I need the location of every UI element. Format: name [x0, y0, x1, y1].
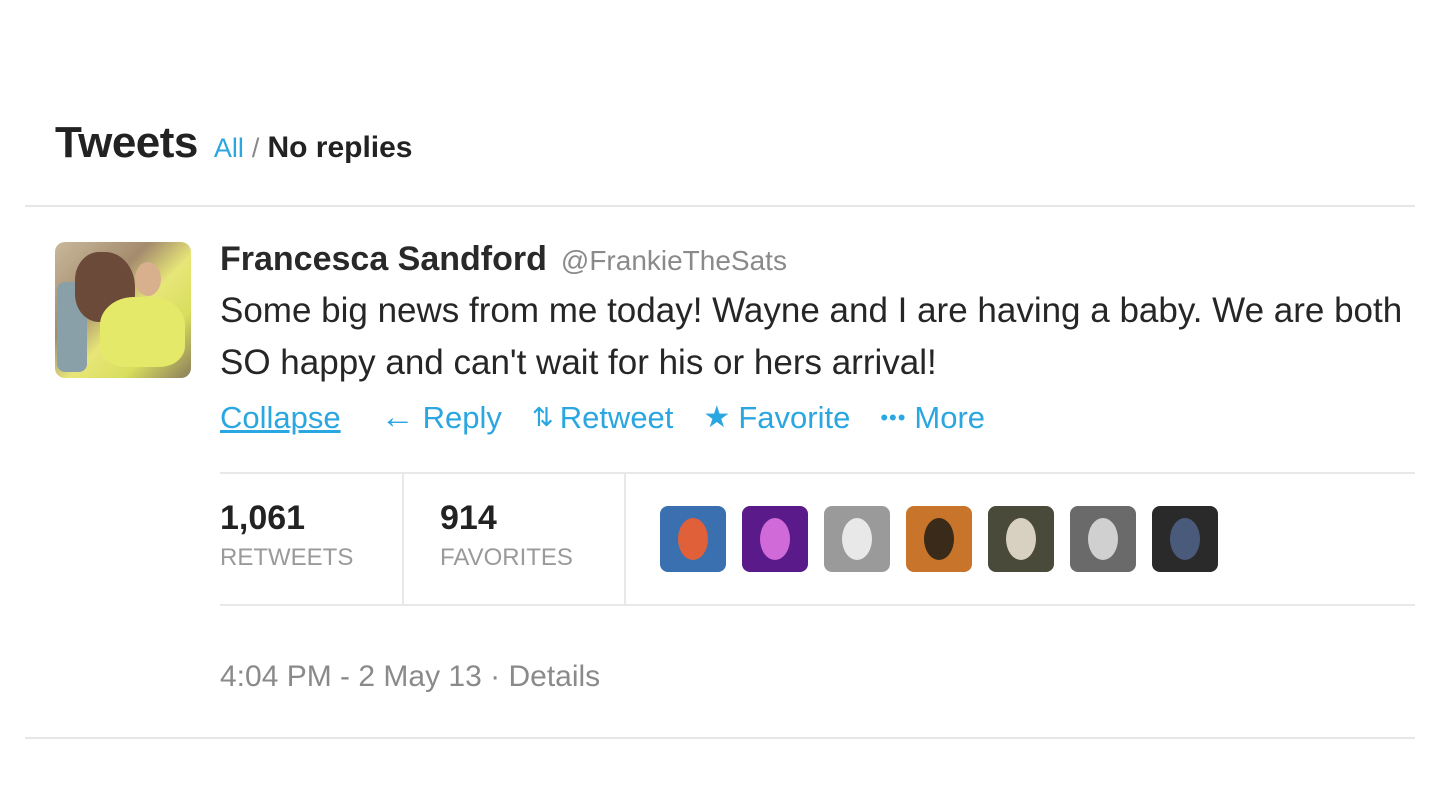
reply-label: Reply: [422, 399, 502, 435]
retweets-count: 1,061: [220, 499, 306, 537]
timestamp-separator: ·: [490, 660, 501, 693]
favoriter-avatar-figure: [1006, 518, 1036, 560]
favoriter-avatar-figure: [1170, 518, 1200, 560]
filter-all-link[interactable]: All: [214, 133, 244, 164]
favoriter-avatar[interactable]: [906, 506, 972, 572]
stats-separator: [624, 474, 626, 604]
more-button[interactable]: ••• More: [880, 400, 985, 436]
author-line: Francesca Sandford @FrankieTheSats: [220, 240, 1415, 279]
favoriter-avatar-figure: [760, 518, 790, 560]
more-label: More: [914, 399, 986, 435]
twitter-profile-page: Tweets All / No replies Francesca Sandfo…: [0, 0, 1440, 809]
favorites-label: FAVORITES: [440, 544, 573, 571]
ellipsis-icon: •••: [880, 404, 907, 430]
author-handle[interactable]: @FrankieTheSats: [561, 245, 787, 277]
author-name[interactable]: Francesca Sandford: [220, 240, 547, 279]
star-icon: ★: [703, 401, 731, 434]
favoriter-avatar-figure: [678, 518, 708, 560]
stats-separator: [402, 474, 404, 604]
favoriter-avatar[interactable]: [988, 506, 1054, 572]
collapse-link[interactable]: Collapse: [220, 400, 341, 436]
retweet-button[interactable]: ⇅ Retweet: [532, 400, 674, 436]
tweet: Francesca Sandford @FrankieTheSats Some …: [220, 240, 1415, 436]
stats-top-divider: [220, 472, 1415, 474]
timestamp-text[interactable]: 4:04 PM - 2 May 13: [220, 660, 482, 693]
tweet-text: Some big news from me today! Wayne and I…: [220, 291, 1403, 382]
favoriter-avatar-figure: [1088, 518, 1118, 560]
favorites-stat[interactable]: 914 FAVORITES: [440, 498, 573, 572]
favoriter-avatar[interactable]: [1070, 506, 1136, 572]
tweet-timestamp: 4:04 PM - 2 May 13 · Details: [220, 660, 600, 694]
reply-arrow-icon: ←: [380, 398, 415, 436]
retweet-label: Retweet: [559, 399, 674, 435]
favoriter-avatars: [660, 506, 1234, 572]
tweets-heading: Tweets: [55, 118, 198, 167]
tweet-bottom-divider: [25, 737, 1415, 739]
stats-bottom-divider: [220, 604, 1415, 606]
retweets-label: RETWEETS: [220, 544, 354, 571]
favoriter-avatar[interactable]: [824, 506, 890, 572]
tweet-actions: Collapse ← Reply ⇅ Retweet ★ Favorite ••…: [220, 398, 1015, 437]
reply-button[interactable]: ← Reply: [381, 398, 502, 437]
favoriter-avatar[interactable]: [660, 506, 726, 572]
favoriter-avatar[interactable]: [1152, 506, 1218, 572]
retweet-icon: ⇅: [531, 402, 554, 432]
filter-separator: /: [251, 133, 260, 163]
favorites-count: 914: [440, 499, 497, 537]
details-link[interactable]: Details: [508, 660, 600, 693]
tweets-header: Tweets All / No replies: [55, 118, 413, 168]
favoriter-avatar-figure: [924, 518, 954, 560]
favorite-label: Favorite: [738, 399, 851, 435]
filter-no-replies[interactable]: No replies: [267, 131, 412, 165]
author-avatar[interactable]: [55, 242, 191, 378]
retweets-stat[interactable]: 1,061 RETWEETS: [220, 498, 353, 572]
favoriter-avatar[interactable]: [742, 506, 808, 572]
header-divider: [25, 205, 1415, 207]
favoriter-avatar-figure: [842, 518, 872, 560]
favorite-button[interactable]: ★ Favorite: [703, 400, 850, 436]
